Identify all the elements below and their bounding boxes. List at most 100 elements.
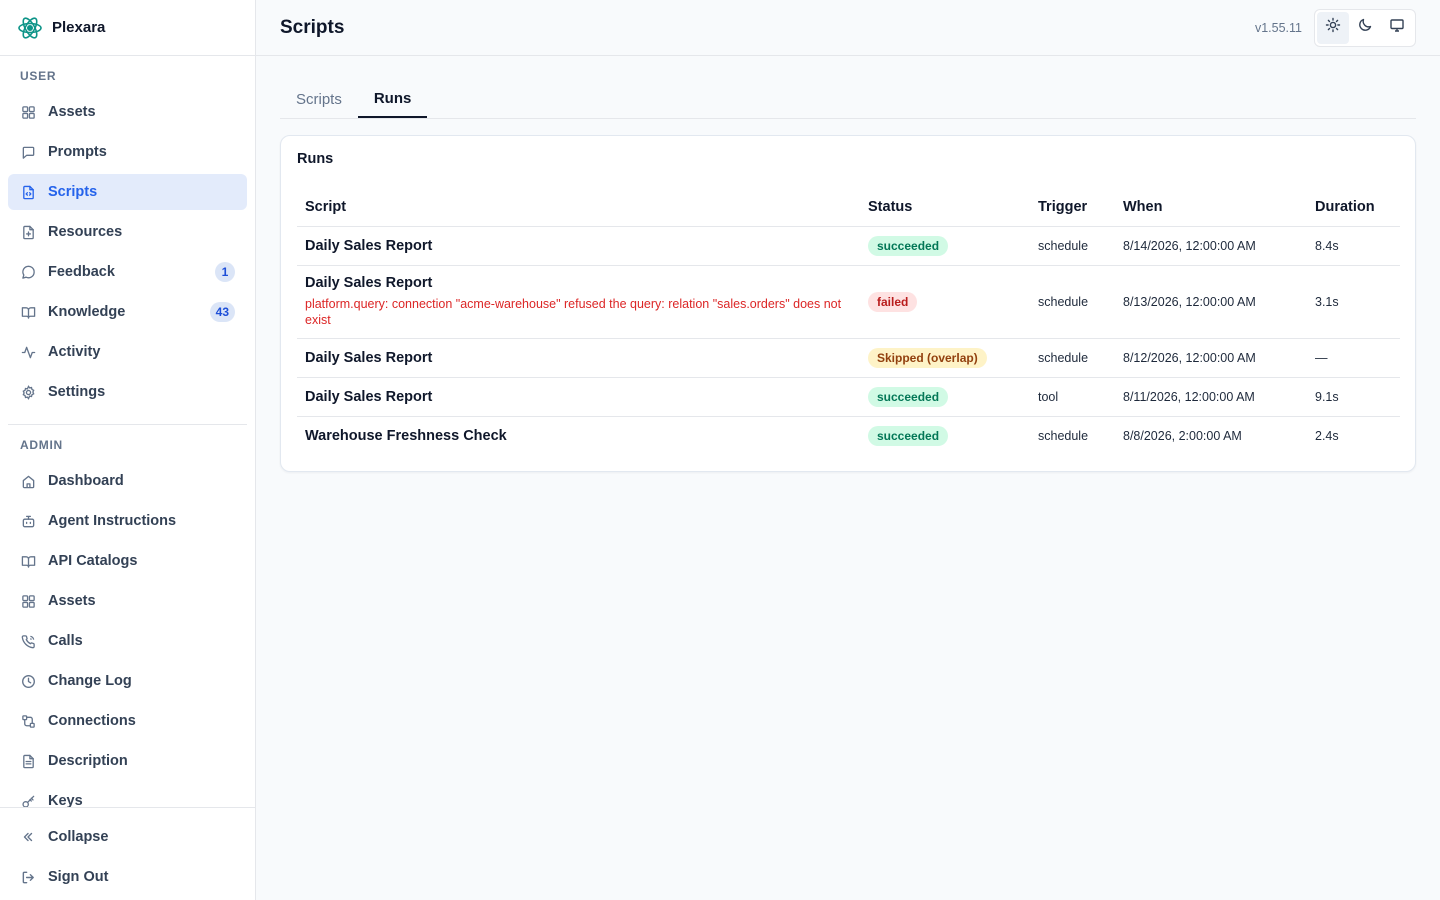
script-name[interactable]: Daily Sales Report (305, 275, 852, 291)
sidebar-item-label: Agent Instructions (48, 513, 177, 529)
sidebar-item-settings[interactable]: Settings (8, 374, 247, 410)
phone-icon (20, 633, 36, 649)
count-badge: 43 (209, 302, 235, 322)
sidebar-item-connections[interactable]: Connections (8, 703, 247, 739)
duration-cell: 8.4s (1307, 226, 1400, 266)
sidebar-item-label: Assets (48, 593, 96, 609)
sidebar-item-assets[interactable]: Assets (8, 583, 247, 619)
sidebar-item-label: Connections (48, 713, 136, 729)
sidebar-item-prompts[interactable]: Prompts (8, 134, 247, 170)
sidebar-item-api-catalogs[interactable]: API Catalogs (8, 543, 247, 579)
card-title: Runs (297, 151, 334, 167)
collapse-label: Collapse (48, 829, 109, 845)
gear-icon (20, 384, 36, 400)
light-theme-button[interactable] (1317, 11, 1349, 44)
brand[interactable]: Plexara (0, 0, 255, 56)
page-title: Scripts (280, 16, 345, 38)
activity-icon (20, 344, 36, 360)
script-cell: Daily Sales Report (297, 377, 860, 417)
sidebar-item-knowledge[interactable]: Knowledge 43 (8, 294, 247, 330)
sidebar-item-label: API Catalogs (48, 553, 138, 569)
sidebar-item-keys[interactable]: Keys (8, 783, 247, 807)
version-label: v1.55.11 (1254, 20, 1302, 35)
tab-runs[interactable]: Runs (357, 80, 428, 118)
sign-out-button[interactable]: Sign Out (8, 859, 247, 895)
table-row[interactable]: Warehouse Freshness Check succeeded schedu… (297, 416, 1400, 455)
script-name[interactable]: Daily Sales Report (305, 350, 852, 366)
sidebar-footer: Collapse Sign Out (0, 807, 255, 900)
status-cell: failed (860, 265, 1030, 339)
system-theme-button[interactable] (1381, 12, 1413, 44)
trigger-cell: tool (1030, 377, 1115, 417)
tab-scripts[interactable]: Scripts (280, 80, 358, 118)
sidebar-item-label: Dashboard (48, 473, 124, 489)
when-cell: 8/12/2026, 12:00:00 AM (1115, 338, 1307, 378)
file-code-icon (20, 184, 36, 200)
sidebar-item-description[interactable]: Description (8, 743, 247, 779)
sidebar-item-scripts[interactable]: Scripts (8, 174, 247, 210)
script-name[interactable]: Daily Sales Report (305, 389, 852, 405)
moon-icon (1357, 17, 1373, 38)
sidebar-item-label: Calls (48, 633, 83, 649)
duration-cell: 9.1s (1307, 377, 1400, 417)
top-bar: Scripts v1.55.11 (256, 0, 1440, 56)
sidebar-item-change-log[interactable]: Change Log (8, 663, 247, 699)
dark-theme-button[interactable] (1349, 12, 1381, 44)
atom-logo-icon (16, 14, 44, 42)
sidebar-item-activity[interactable]: Activity (8, 334, 247, 370)
duration-cell: — (1307, 338, 1400, 378)
status-cell: succeeded (860, 377, 1030, 417)
bot-icon (20, 513, 36, 529)
grid-icon (20, 104, 36, 120)
grid-icon (20, 593, 36, 609)
sidebar-item-assets[interactable]: Assets (8, 94, 247, 130)
home-icon (20, 473, 36, 489)
sidebar-item-resources[interactable]: Resources (8, 214, 247, 250)
section-label-user: USER (20, 69, 57, 83)
sidebar-item-label: Change Log (48, 673, 132, 689)
message-square-icon (20, 144, 36, 160)
count-badge: 1 (215, 262, 235, 282)
sidebar-item-agent-instructions[interactable]: Agent Instructions (8, 503, 247, 539)
runs-card: Runs Script Status Trigger When Duration… (280, 135, 1416, 472)
section-label-admin: ADMIN (20, 438, 63, 452)
sidebar-item-label: Scripts (48, 184, 98, 200)
script-cell: Daily Sales Report (297, 338, 860, 378)
column-header-when[interactable]: When (1115, 188, 1307, 227)
sidebar-item-label: Settings (48, 384, 106, 400)
column-header-script[interactable]: Script (297, 188, 860, 227)
monitor-icon (1389, 17, 1405, 38)
status-cell: succeeded (860, 226, 1030, 266)
table-row[interactable]: Daily Sales Report succeeded schedule 8/14/… (297, 226, 1400, 266)
column-header-trigger[interactable]: Trigger (1030, 188, 1115, 227)
status-cell: succeeded (860, 416, 1030, 455)
status-badge: failed (868, 291, 918, 312)
when-cell: 8/13/2026, 12:00:00 AM (1115, 265, 1307, 339)
table-row[interactable]: Daily Sales Report Skipped (overlap) sched… (297, 338, 1400, 378)
trigger-cell: schedule (1030, 338, 1115, 378)
theme-switcher (1314, 8, 1416, 47)
column-header-duration[interactable]: Duration (1307, 188, 1400, 227)
sidebar-item-label: Activity (48, 344, 101, 360)
script-name[interactable]: Daily Sales Report (305, 238, 852, 254)
status-badge: succeeded (868, 235, 949, 256)
duration-cell: 3.1s (1307, 265, 1400, 339)
sidebar-item-dashboard[interactable]: Dashboard (8, 463, 247, 499)
sidebar-item-label: Description (48, 753, 128, 769)
script-name[interactable]: Warehouse Freshness Check (305, 428, 852, 444)
column-header-status[interactable]: Status (860, 188, 1030, 227)
trigger-cell: schedule (1038, 428, 1089, 443)
when-cell: 8/8/2026, 2:00:00 AM (1123, 428, 1242, 443)
when-cell: 8/11/2026, 12:00:00 AM (1115, 377, 1307, 417)
chevrons-left-icon (20, 829, 36, 845)
table-row[interactable]: Daily Sales Report platform.query: connec… (297, 265, 1400, 339)
status-badge: Skipped (overlap) (868, 347, 987, 368)
when-cell: 8/14/2026, 12:00:00 AM (1115, 226, 1307, 266)
sidebar-item-calls[interactable]: Calls (8, 623, 247, 659)
sign-out-label: Sign Out (48, 869, 109, 885)
table-row[interactable]: Daily Sales Report succeeded tool 8/11/2026… (297, 377, 1400, 417)
collapse-button[interactable]: Collapse (8, 819, 247, 855)
clock-icon (20, 673, 36, 689)
cable-icon (20, 713, 36, 729)
sidebar-item-feedback[interactable]: Feedback 1 (8, 254, 247, 290)
